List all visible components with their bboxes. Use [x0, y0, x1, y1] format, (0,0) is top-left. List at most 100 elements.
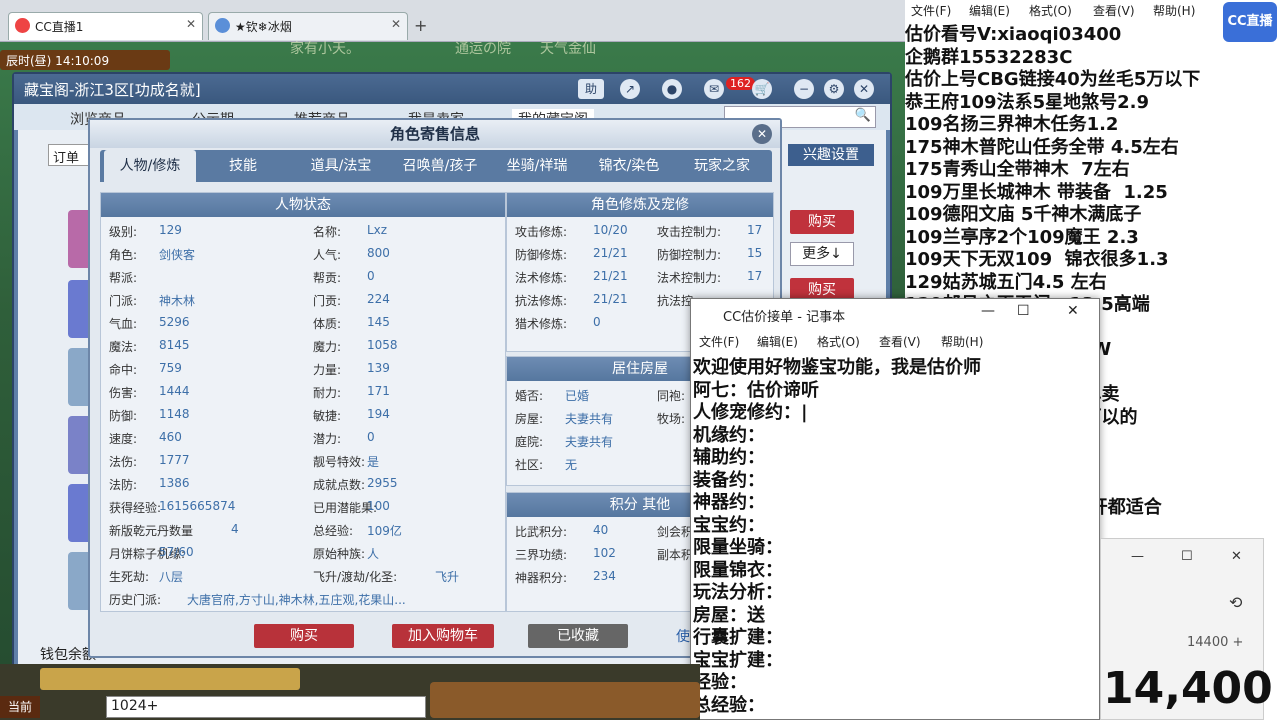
stat-value: 109亿: [367, 524, 402, 538]
search-icon[interactable]: 🔍: [855, 108, 871, 123]
tab-cc-live[interactable]: CC直播1 ✕: [8, 12, 203, 40]
house-value: 夫妻共有: [565, 412, 614, 426]
menu-file[interactable]: 文件(F): [699, 333, 739, 350]
menu-help[interactable]: 帮助(H): [1153, 2, 1195, 19]
close-icon[interactable]: ✕: [1067, 303, 1079, 319]
stat-value: 129: [159, 223, 182, 237]
chat-input[interactable]: 1024+: [106, 696, 426, 718]
history-icon[interactable]: ⟲: [1229, 593, 1242, 612]
tab-mounts[interactable]: 坐骑/祥瑞: [492, 150, 582, 182]
channel-label[interactable]: 当前: [0, 696, 40, 718]
interest-settings-button[interactable]: 兴趣设置: [788, 144, 874, 166]
calculator-window: — ☐ ✕ ⟲ 14400 + 14,400: [1100, 538, 1273, 720]
house-label: 房屋:: [515, 412, 544, 426]
score-value: 40: [593, 523, 609, 537]
tab-pets[interactable]: 召唤兽/孩子: [392, 150, 488, 182]
menu-format[interactable]: 格式(O): [817, 333, 860, 350]
tab-home[interactable]: 玩家之家: [676, 150, 768, 182]
calc-display: 14,400: [1103, 663, 1273, 714]
score-label: 剑会积: [657, 525, 694, 539]
bg-text: 通运の院: [455, 41, 511, 57]
xiulian-label: 抗法修炼:: [515, 294, 568, 308]
xiulian-value: 21/21: [593, 246, 628, 260]
maximize-icon[interactable]: ☐: [1181, 549, 1193, 564]
tab-player[interactable]: ★钦❄冰烟 ✕: [208, 12, 408, 40]
stat-label: 原始种族:: [313, 547, 366, 561]
stat-value: 神木林: [159, 294, 196, 308]
message-icon[interactable]: ✉: [704, 79, 724, 99]
stat-value: 57/60: [159, 545, 194, 559]
skill-bar[interactable]: [430, 682, 700, 718]
stat-value: Lxz: [367, 223, 388, 237]
tab-outfits[interactable]: 锦衣/染色: [584, 150, 674, 182]
stat-value: 194: [367, 407, 390, 421]
more-dropdown[interactable]: 更多↓: [790, 242, 854, 266]
favorited-button[interactable]: 已收藏: [528, 624, 628, 648]
menu-view[interactable]: 查看(V): [1093, 2, 1135, 19]
menu-edit[interactable]: 编辑(E): [757, 333, 798, 350]
close-icon[interactable]: ✕: [752, 124, 772, 144]
stat-value: 171: [367, 384, 390, 398]
stat-value: 剑侠客: [159, 248, 196, 262]
tab-items[interactable]: 道具/法宝: [296, 150, 386, 182]
house-value: 已婚: [565, 389, 590, 403]
close-icon[interactable]: ✕: [186, 17, 196, 31]
stat-value: 1058: [367, 338, 398, 352]
order-button[interactable]: 订单: [48, 144, 92, 166]
house-label: 婚否:: [515, 389, 544, 403]
tab-label: CC直播1: [35, 20, 84, 34]
house-value: 夫妻共有: [565, 435, 614, 449]
panel-title: 角色修炼及宠修: [507, 193, 773, 217]
side-link[interactable]: 使: [676, 626, 690, 646]
avatar-icon: [215, 18, 230, 33]
new-tab-icon[interactable]: +: [414, 16, 427, 35]
stat-value: 1148: [159, 407, 190, 421]
tab-skills[interactable]: 技能: [210, 150, 276, 182]
stat-value: 145: [367, 315, 390, 329]
close-icon[interactable]: ✕: [854, 79, 874, 99]
settings-icon[interactable]: ⚙: [824, 79, 844, 99]
stat-label: 伤害:: [109, 386, 138, 400]
calc-expression: 14400 +: [1187, 635, 1244, 650]
xiulian-value: 21/21: [593, 292, 628, 306]
menu-edit[interactable]: 编辑(E): [969, 2, 1010, 19]
house-value: 无: [565, 458, 578, 472]
share-icon[interactable]: ↗: [620, 79, 640, 99]
minimize-icon[interactable]: —: [981, 303, 995, 319]
cart-icon[interactable]: 🛒: [752, 79, 772, 99]
stat-value: 800: [367, 246, 390, 260]
score-value: 102: [593, 546, 616, 560]
xiulian-value: 10/20: [593, 223, 628, 237]
stat-value: 1777: [159, 453, 190, 467]
stat-value: 人: [367, 547, 380, 561]
menu-help[interactable]: 帮助(H): [941, 333, 983, 350]
house-label: 庭院:: [515, 435, 544, 449]
close-icon[interactable]: ✕: [391, 17, 401, 31]
buy-button[interactable]: 购买: [254, 624, 354, 648]
menu-view[interactable]: 查看(V): [879, 333, 921, 350]
close-icon[interactable]: ✕: [1231, 549, 1242, 564]
stat-label: 总经验:: [313, 524, 354, 538]
notepad-menu: 文件(F) 编辑(E) 格式(O) 查看(V) 帮助(H): [691, 329, 1099, 351]
buy-button[interactable]: 购买: [790, 210, 854, 234]
notepad-text-area[interactable]: 欢迎使用好物鉴宝功能，我是估价师 阿七：估价谛听 人修宠修约：| 机缘约： 辅助约： 装备…: [691, 353, 1099, 719]
minimize-icon[interactable]: −: [794, 79, 814, 99]
score-label: 神器积分:: [515, 571, 568, 585]
stat-label: 门贡:: [313, 294, 342, 308]
xiulian-label: 法术控制力:: [657, 271, 722, 285]
record-icon[interactable]: ●: [662, 79, 682, 99]
stat-label: 法伤:: [109, 455, 138, 469]
minimize-icon[interactable]: —: [1131, 549, 1144, 564]
tab-character[interactable]: 人物/修炼: [104, 150, 196, 182]
help-button[interactable]: 助: [578, 79, 604, 99]
stat-label: 获得经验:: [109, 501, 162, 515]
maximize-icon[interactable]: ☐: [1017, 303, 1030, 319]
message-badge: 162: [726, 77, 755, 90]
add-to-cart-button[interactable]: 加入购物车: [392, 624, 494, 648]
menu-file[interactable]: 文件(F): [911, 2, 951, 19]
modal-tabs: 人物/修炼 技能 道具/法宝 召唤兽/孩子 坐骑/祥瑞 锦衣/染色 玩家之家: [100, 150, 772, 182]
shortcut-toolbar[interactable]: [40, 668, 300, 690]
menu-format[interactable]: 格式(O): [1029, 2, 1072, 19]
stat-label: 人气:: [313, 248, 342, 262]
stat-label: 成就点数:: [313, 478, 366, 492]
